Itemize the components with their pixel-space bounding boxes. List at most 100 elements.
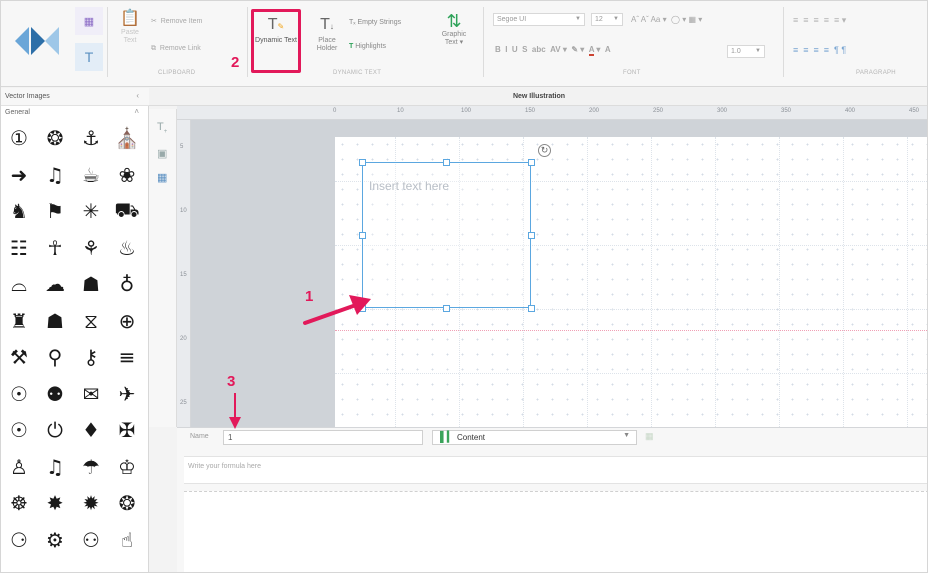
picture-tool-icon[interactable]: ▦ (157, 171, 167, 184)
paste-button[interactable]: 📋 Paste Text (117, 9, 143, 45)
name-field[interactable]: 1 (223, 430, 423, 445)
chevron-down-icon: ▼ (755, 48, 761, 54)
theme-icon[interactable]: ▦ (75, 7, 103, 35)
callout-1-arrow-icon (303, 295, 371, 325)
lightbulb-icon[interactable]: ☉ (5, 380, 33, 408)
airplane-icon[interactable]: ✈ (113, 380, 141, 408)
virus-icon[interactable]: ✸ (41, 489, 69, 517)
cut-button[interactable]: ✂ Remove Item (151, 17, 202, 25)
anchor-icon[interactable]: ⚓ (77, 124, 105, 152)
bank-icon[interactable]: ⛪ (113, 124, 141, 152)
formula-editor[interactable] (184, 491, 927, 572)
globe-icon[interactable]: ♁ (113, 270, 141, 298)
vector-images-panel: Vector Images ‹ General ˄ ① ❂ ⚓ ⛪ ➜ ♫ ☕ ❀ ♞ ⚑ ✳ ⛟ ☷ ☥… (1, 88, 149, 572)
diamond-icon[interactable]: ♦ (77, 416, 105, 444)
bird-icon[interactable]: ➜ (5, 161, 33, 189)
font-size-select[interactable]: 12 ▼ (591, 13, 623, 26)
bag-icon[interactable]: ♙ (5, 453, 33, 481)
collapse-panel-icon[interactable]: ‹ (136, 91, 139, 100)
music-icon[interactable]: ♫ (41, 453, 69, 481)
ruler-horizontal: 0 10 100 150 200 250 300 350 400 450 (177, 106, 927, 120)
building-icon[interactable]: ☗ (41, 307, 69, 335)
graduation-cap-icon[interactable]: ⚑ (41, 197, 69, 225)
power-icon[interactable]: ⏻ (41, 416, 69, 444)
ruler-tick-label: 15 (180, 272, 187, 278)
clock-icon[interactable]: ① (5, 124, 33, 152)
text-tool-icon[interactable]: T+ (157, 121, 167, 135)
molecule-icon[interactable]: ✳ (77, 197, 105, 225)
cake-icon[interactable]: ❀ (113, 161, 141, 189)
sun-icon[interactable]: ✹ (77, 489, 105, 517)
image-tool-icon[interactable]: ▣ (157, 147, 167, 160)
crown-icon[interactable]: ♔ (113, 453, 141, 481)
camera-icon[interactable]: ♞ (5, 197, 33, 225)
layers-icon[interactable]: ≡ (113, 343, 141, 371)
resize-handle-se[interactable] (528, 305, 535, 312)
resize-handle-nw[interactable] (359, 159, 366, 166)
mail-icon[interactable]: ✉ (77, 380, 105, 408)
pin-icon[interactable]: ⚒ (5, 343, 33, 371)
car-icon[interactable]: ☸ (5, 489, 33, 517)
text-box[interactable]: Insert text here (362, 162, 531, 308)
line-spacing-select[interactable]: 1.0 ▼ (727, 45, 765, 58)
copy-button[interactable]: ⧉ Remove Link (151, 45, 201, 53)
ruler-vertical: 5 10 15 20 25 (177, 120, 191, 427)
people-icon[interactable]: ☥ (41, 234, 69, 262)
content-settings-icon[interactable]: ▦ (645, 431, 654, 442)
document-icon[interactable]: ☷ (5, 234, 33, 262)
cloud-icon[interactable]: ☁ (41, 270, 69, 298)
formula-input[interactable]: Write your formula here (184, 456, 927, 484)
content-select[interactable]: ▌▎ Content ▼ (432, 430, 637, 445)
panel-header: Vector Images ‹ (1, 88, 149, 106)
separator (247, 7, 248, 77)
dial-icon[interactable]: ☉ (5, 416, 33, 444)
truck-icon[interactable]: ⛟ (113, 197, 141, 225)
resize-handle-n[interactable] (443, 159, 450, 166)
resize-handle-e[interactable] (528, 232, 535, 239)
alignment-tools[interactable]: ≡ ≡ ≡ ≡ ¶ ¶ (793, 45, 846, 55)
ruler-tick-label: 5 (180, 144, 184, 150)
chevron-down-icon: ▼ (623, 432, 630, 439)
bell-icon[interactable]: ♫ (41, 161, 69, 189)
font-size-tools[interactable]: Aˆ Aˇ Aa ▾ ◯ ▾ ▦ ▾ (631, 15, 702, 24)
masks-icon[interactable]: ⚇ (77, 526, 105, 554)
wrench-icon[interactable]: ⚷ (77, 343, 105, 371)
cloud-rain-icon[interactable]: ☂ (77, 453, 105, 481)
resize-handle-ne[interactable] (528, 159, 535, 166)
font-style-tools[interactable]: B I U S abc AV ▾ ✎ ▾ A ▾ A‏ (495, 45, 611, 56)
dome-icon[interactable]: ⌓ (5, 270, 33, 298)
gear-icon[interactable]: ⚙ (41, 526, 69, 554)
gift-icon[interactable]: ✠ (113, 416, 141, 444)
resize-handle-s[interactable] (443, 305, 450, 312)
fire-icon[interactable]: ♨ (113, 234, 141, 262)
shopping-icon[interactable]: ☕ (77, 161, 105, 189)
chart-bars-icon: ▌▎ (440, 432, 455, 443)
name-label: Name (190, 433, 209, 440)
flowerpot-icon[interactable]: ⚘ (77, 234, 105, 262)
thumbs-up-icon[interactable]: ☝ (113, 526, 141, 554)
resize-handle-w[interactable] (359, 232, 366, 239)
category-select[interactable]: General ˄ (1, 106, 149, 120)
sun2-icon[interactable]: ❂ (113, 489, 141, 517)
font-name-select[interactable]: Segoe UI ▼ (493, 13, 585, 26)
badge-icon[interactable]: ⚆ (5, 526, 33, 554)
ruler-tick-label: 200 (589, 108, 600, 114)
rotate-handle-icon[interactable]: ↻ (538, 144, 551, 157)
highlights-button[interactable]: T Highlights (349, 43, 386, 50)
hourglass-icon[interactable]: ⧖ (77, 307, 105, 335)
dynamic-text-group-label: DYNAMIC TEXT (333, 70, 382, 76)
key-icon[interactable]: ⚲ (41, 343, 69, 371)
network-icon[interactable]: ⊕ (113, 307, 141, 335)
empty-strings-button[interactable]: Tₓ Empty Strings (349, 19, 401, 26)
text-mode-icon[interactable]: T (75, 43, 103, 71)
location-icon[interactable]: ⚉ (41, 380, 69, 408)
ruler-tick-label: 300 (717, 108, 728, 114)
brain-icon[interactable]: ❂ (41, 124, 69, 152)
graphic-text-button[interactable]: ⇅ Graphic Text ▾ (435, 11, 473, 47)
dynamic-text-highlight (251, 9, 301, 73)
chess-knight-icon[interactable]: ♜ (5, 307, 33, 335)
trophy-icon[interactable]: ☗ (77, 270, 105, 298)
highlight-icon: T (349, 43, 354, 50)
list-tools[interactable]: ≡ ≡ ≡ ≡ ≡ ▾ (793, 15, 846, 26)
place-holder-button[interactable]: T↓ Place Holder (311, 15, 343, 53)
